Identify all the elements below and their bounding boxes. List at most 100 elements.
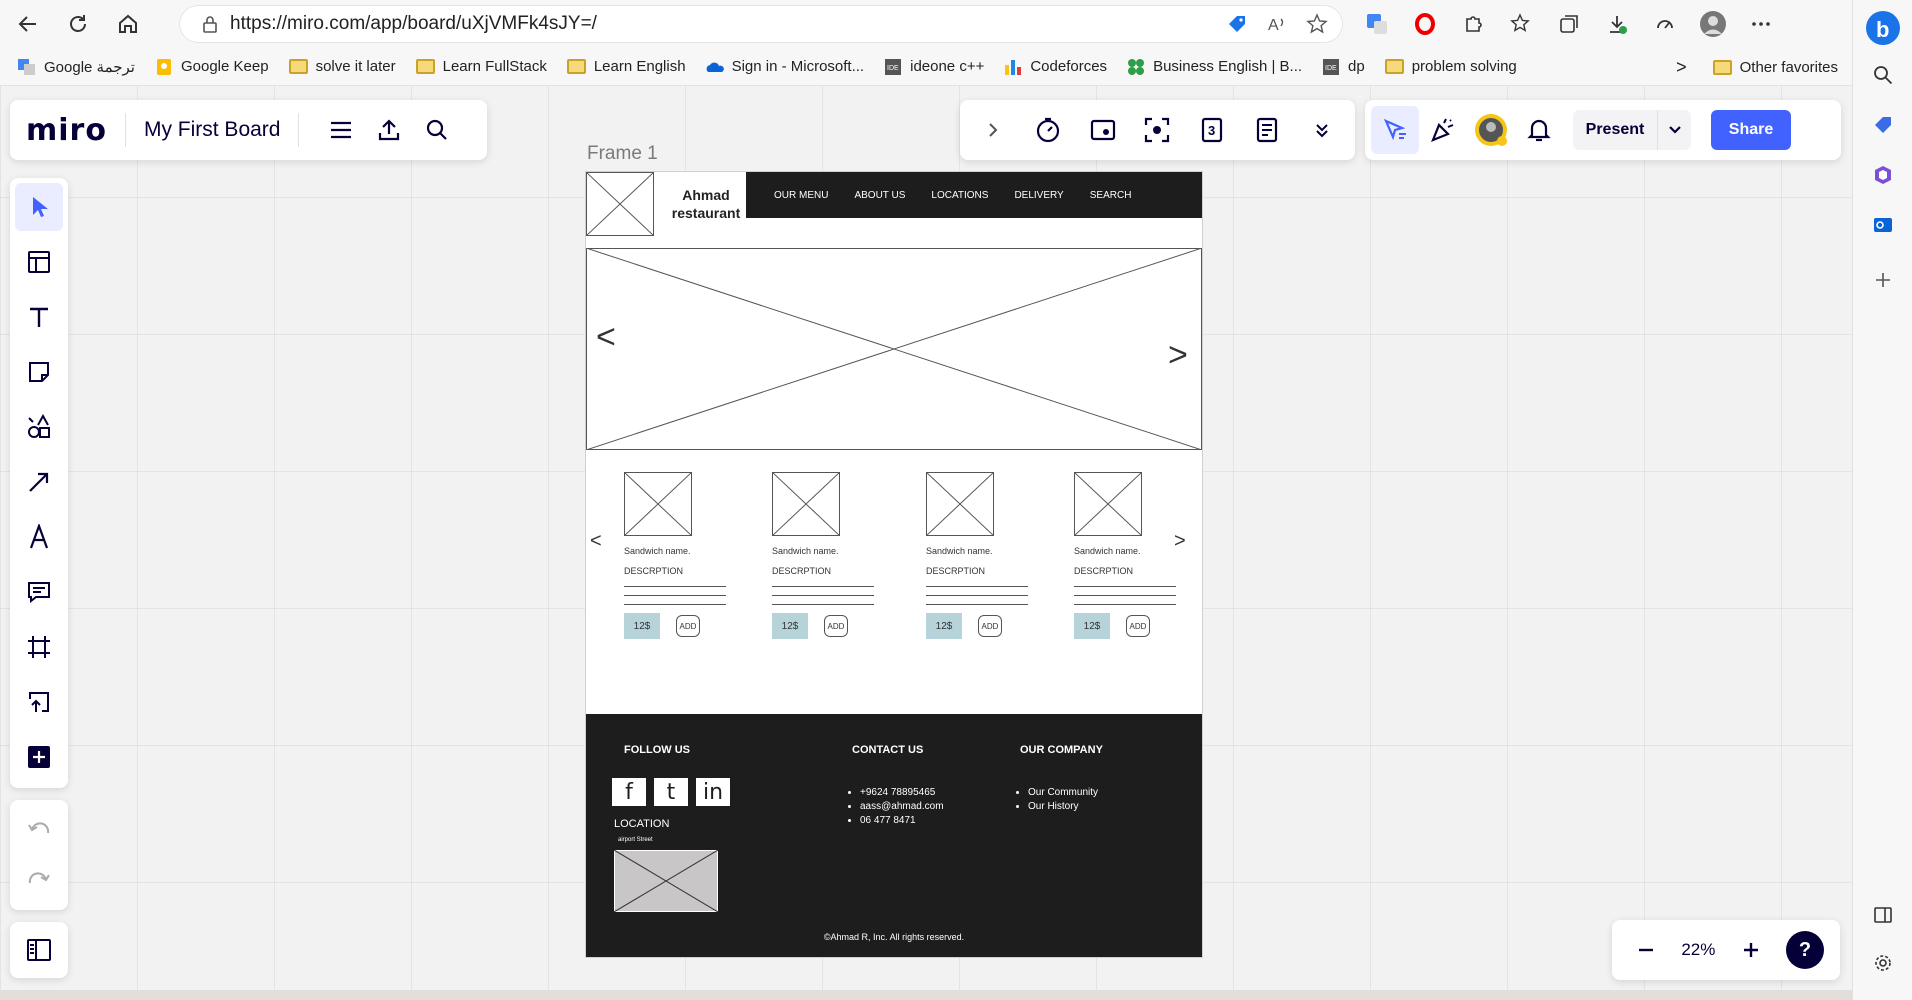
frame-title[interactable]: Frame 1: [587, 143, 658, 165]
card-add-button[interactable]: ADD: [1126, 615, 1150, 637]
shapes-tool[interactable]: [15, 403, 63, 451]
settings-gear-icon[interactable]: [1868, 948, 1898, 978]
voting-button[interactable]: 3: [1188, 106, 1236, 154]
bookmark-problem-solving[interactable]: problem solving: [1384, 58, 1517, 75]
pen-tool[interactable]: [15, 513, 63, 561]
favorites-icon[interactable]: [1506, 9, 1536, 39]
linkedin-icon[interactable]: in: [696, 778, 730, 806]
google-translate-ext-icon[interactable]: [1362, 9, 1392, 39]
templates-tool[interactable]: [15, 238, 63, 286]
zoom-out-button[interactable]: [1628, 926, 1664, 974]
refresh-button[interactable]: [56, 2, 100, 46]
upload-tool[interactable]: [15, 678, 63, 726]
hero-slider[interactable]: < >: [586, 248, 1202, 450]
map-placeholder[interactable]: [614, 850, 718, 912]
collections-icon[interactable]: [1554, 9, 1584, 39]
cursor-visibility-button[interactable]: [1371, 106, 1419, 154]
share-button[interactable]: Share: [1711, 110, 1791, 150]
bookmark-solve-it-later[interactable]: solve it later: [288, 58, 396, 75]
menu-card[interactable]: Sandwich name. DESCRPTION 12$ ADD: [772, 472, 882, 639]
bookmark-ideone[interactable]: IDE ideone c++: [884, 58, 984, 75]
select-tool[interactable]: [15, 183, 63, 231]
nav-about-us[interactable]: ABOUT US: [854, 190, 905, 201]
card-add-button[interactable]: ADD: [978, 615, 1002, 637]
board-search-button[interactable]: [413, 106, 461, 154]
user-avatar[interactable]: [1467, 106, 1515, 154]
zoom-in-button[interactable]: [1733, 926, 1769, 974]
nav-search[interactable]: SEARCH: [1090, 190, 1132, 201]
add-sidebar-app-icon[interactable]: [1868, 265, 1898, 295]
contact-email[interactable]: aass@ahmad.com: [860, 800, 944, 814]
undo-button[interactable]: [15, 806, 63, 854]
twitter-icon[interactable]: t: [654, 778, 688, 806]
menu-card[interactable]: Sandwich name. DESCRPTION 12$ ADD: [1074, 472, 1184, 639]
other-favorites[interactable]: > Other favorites: [1676, 48, 1838, 86]
present-options-button[interactable]: [1657, 110, 1691, 150]
menu-card[interactable]: Sandwich name. DESCRPTION 12$ ADD: [624, 472, 734, 639]
contact-landline[interactable]: 06 477 8471: [860, 814, 944, 828]
performance-icon[interactable]: [1650, 9, 1680, 39]
present-button[interactable]: Present: [1573, 110, 1657, 150]
nav-locations[interactable]: LOCATIONS: [931, 190, 988, 201]
main-menu-button[interactable]: [317, 106, 365, 154]
back-button[interactable]: [6, 2, 50, 46]
bookmark-google-translate[interactable]: Google ترجمة: [18, 58, 135, 76]
carousel-next-arrow[interactable]: >: [1174, 530, 1186, 553]
timer-button[interactable]: [1024, 106, 1072, 154]
reactions-button[interactable]: [1419, 106, 1467, 154]
tag-icon[interactable]: [1226, 13, 1248, 35]
nav-our-menu[interactable]: OUR MENU: [774, 190, 828, 201]
bookmark-learn-fullstack[interactable]: Learn FullStack: [415, 58, 547, 75]
shopping-tag-icon[interactable]: [1868, 110, 1898, 140]
address-bar[interactable]: https://miro.com/app/board/uXjVMFk4sJY=/…: [180, 6, 1342, 42]
focus-button[interactable]: [1133, 106, 1181, 154]
comment-tool[interactable]: [15, 568, 63, 616]
nav-delivery[interactable]: DELIVERY: [1014, 190, 1063, 201]
contact-phone[interactable]: +9624 78895465: [860, 786, 944, 800]
office-icon[interactable]: [1868, 160, 1898, 190]
bookmarks-overflow-chevron-icon[interactable]: >: [1676, 57, 1687, 78]
company-link-community[interactable]: Our Community: [1028, 786, 1098, 800]
bing-copilot-icon[interactable]: b: [1863, 8, 1903, 48]
redo-button[interactable]: [15, 856, 63, 904]
card-add-button[interactable]: ADD: [676, 615, 700, 637]
notes-button[interactable]: [1243, 106, 1291, 154]
company-link-history[interactable]: Our History: [1028, 800, 1098, 814]
profile-avatar[interactable]: [1698, 9, 1728, 39]
video-chat-button[interactable]: [1079, 106, 1127, 154]
bookmark-learn-english[interactable]: Learn English: [566, 58, 686, 75]
bookmark-dp[interactable]: IDE dp: [1322, 58, 1365, 75]
board-panel-button[interactable]: [15, 926, 63, 974]
wireframe-frame[interactable]: Ahmad restaurant OUR MENU ABOUT US LOCAT…: [586, 172, 1202, 957]
opera-ext-icon[interactable]: [1410, 9, 1440, 39]
carousel-prev-arrow[interactable]: <: [590, 530, 602, 553]
board-title[interactable]: My First Board: [144, 118, 281, 142]
bookmark-codeforces[interactable]: Codeforces: [1004, 58, 1107, 75]
miro-logo[interactable]: miro: [26, 113, 107, 148]
expand-toolbar-button[interactable]: [969, 106, 1017, 154]
downloads-icon[interactable]: [1602, 9, 1632, 39]
bookmark-google-keep[interactable]: Google Keep: [155, 58, 269, 75]
more-tools-button[interactable]: [1298, 106, 1346, 154]
home-button[interactable]: [106, 2, 150, 46]
hero-prev-arrow[interactable]: <: [596, 318, 616, 357]
more-menu-icon[interactable]: [1746, 9, 1776, 39]
add-favorite-icon[interactable]: [1306, 13, 1328, 35]
menu-card[interactable]: Sandwich name. DESCRPTION 12$ ADD: [926, 472, 1036, 639]
outlook-icon[interactable]: [1868, 210, 1898, 240]
more-apps-tool[interactable]: [15, 733, 63, 781]
logo-placeholder[interactable]: [586, 172, 654, 236]
card-add-button[interactable]: ADD: [824, 615, 848, 637]
hero-next-arrow[interactable]: >: [1168, 336, 1188, 375]
bookmark-sign-in-microsoft[interactable]: Sign in - Microsoft...: [706, 58, 864, 75]
notifications-button[interactable]: [1515, 106, 1563, 154]
read-aloud-icon[interactable]: A: [1266, 13, 1288, 35]
facebook-icon[interactable]: f: [612, 778, 646, 806]
frame-tool[interactable]: [15, 623, 63, 671]
restaurant-name[interactable]: Ahmad restaurant: [658, 186, 754, 222]
sidebar-layout-icon[interactable]: [1868, 900, 1898, 930]
sticky-note-tool[interactable]: [15, 348, 63, 396]
sidebar-search-icon[interactable]: [1868, 60, 1898, 90]
help-button[interactable]: ?: [1785, 931, 1824, 969]
export-button[interactable]: [365, 106, 413, 154]
